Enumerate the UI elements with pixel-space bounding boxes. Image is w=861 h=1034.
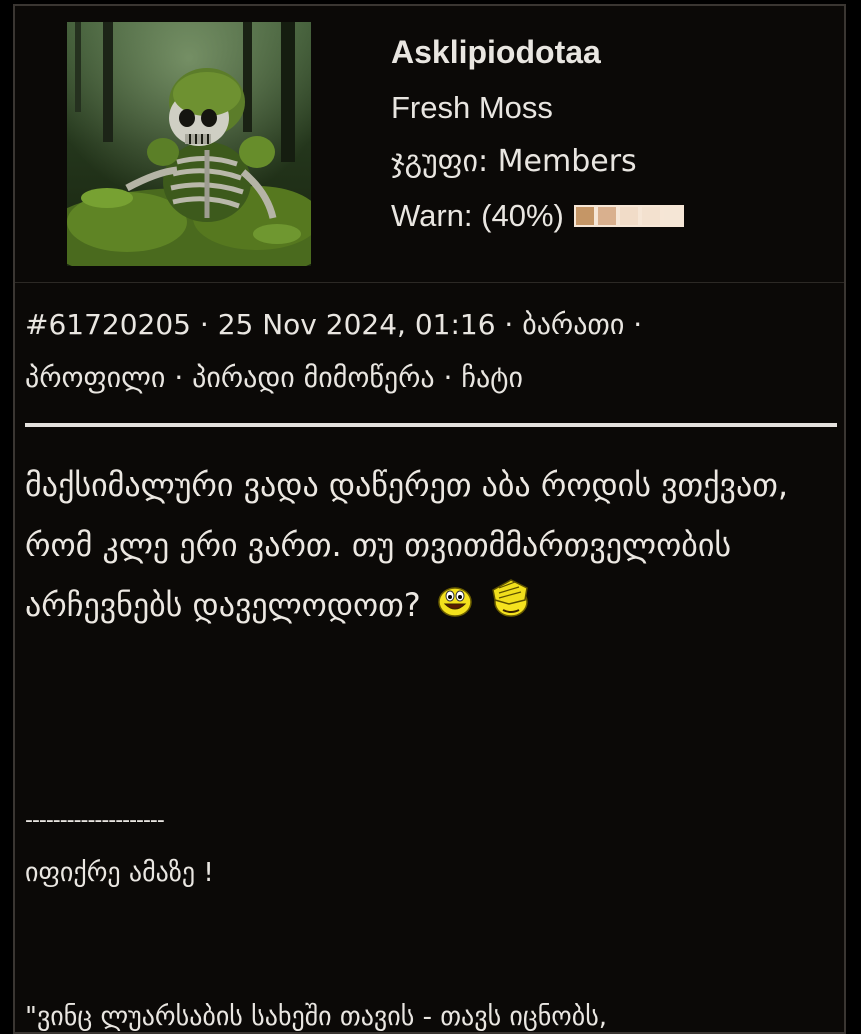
user-title: Fresh Moss [391, 90, 553, 125]
meta-separator: · [624, 308, 643, 341]
post-meta: #61720205 · 25 Nov 2024, 01:16 · ბარათი … [25, 298, 837, 404]
warn-segment [595, 205, 618, 227]
user-group: ჯგუფი: Members [391, 144, 637, 179]
skeleton-avatar-image [67, 22, 311, 266]
warn-level: Warn: (40%) [391, 198, 684, 234]
warn-segment [617, 205, 640, 227]
user-avatar[interactable] [67, 22, 311, 266]
post-date: 25 Nov 2024, 01:16 [217, 308, 496, 341]
meta-separator: · [165, 361, 193, 394]
warn-segment [573, 205, 596, 227]
chat-link[interactable]: ჩატი [461, 361, 523, 394]
post-header: Asklipiodotaa Fresh Moss ჯგუფი: Members … [15, 6, 844, 283]
laughing-smiley-icon [437, 577, 473, 637]
forum-post: Asklipiodotaa Fresh Moss ჯგუფი: Members … [13, 4, 846, 1034]
username[interactable]: Asklipiodotaa [391, 34, 601, 71]
meta-separator: · [434, 361, 462, 394]
signature-quote: "ვინც ლუარსაბის სახეში თავის - თავს იცნო… [25, 1002, 608, 1032]
facepalm-smiley-icon [489, 577, 531, 637]
meta-separator: · [495, 308, 523, 341]
profile-link[interactable]: პროფილი [25, 361, 165, 394]
private-message-link[interactable]: პირადი მიმოწერა [192, 361, 434, 394]
card-link[interactable]: ბარათი [522, 308, 624, 341]
post-body: მაქსიმალური ვადა დაწერეთ აბა როდის ვთქვა… [25, 455, 835, 637]
signature-line: იფიქრე ამაზე ! [25, 858, 214, 888]
meta-separator: · [190, 308, 218, 341]
post-id[interactable]: #61720205 [25, 308, 191, 341]
signature-separator: -------------------- [25, 808, 165, 833]
warn-segment [661, 205, 684, 227]
warn-segment [639, 205, 662, 227]
warn-label: Warn: (40%) [391, 198, 564, 233]
post-divider [25, 423, 837, 427]
post-body-text: მაქსიმალური ვადა დაწერეთ აბა როდის ვთქვა… [25, 466, 788, 624]
warn-bar [573, 205, 684, 227]
